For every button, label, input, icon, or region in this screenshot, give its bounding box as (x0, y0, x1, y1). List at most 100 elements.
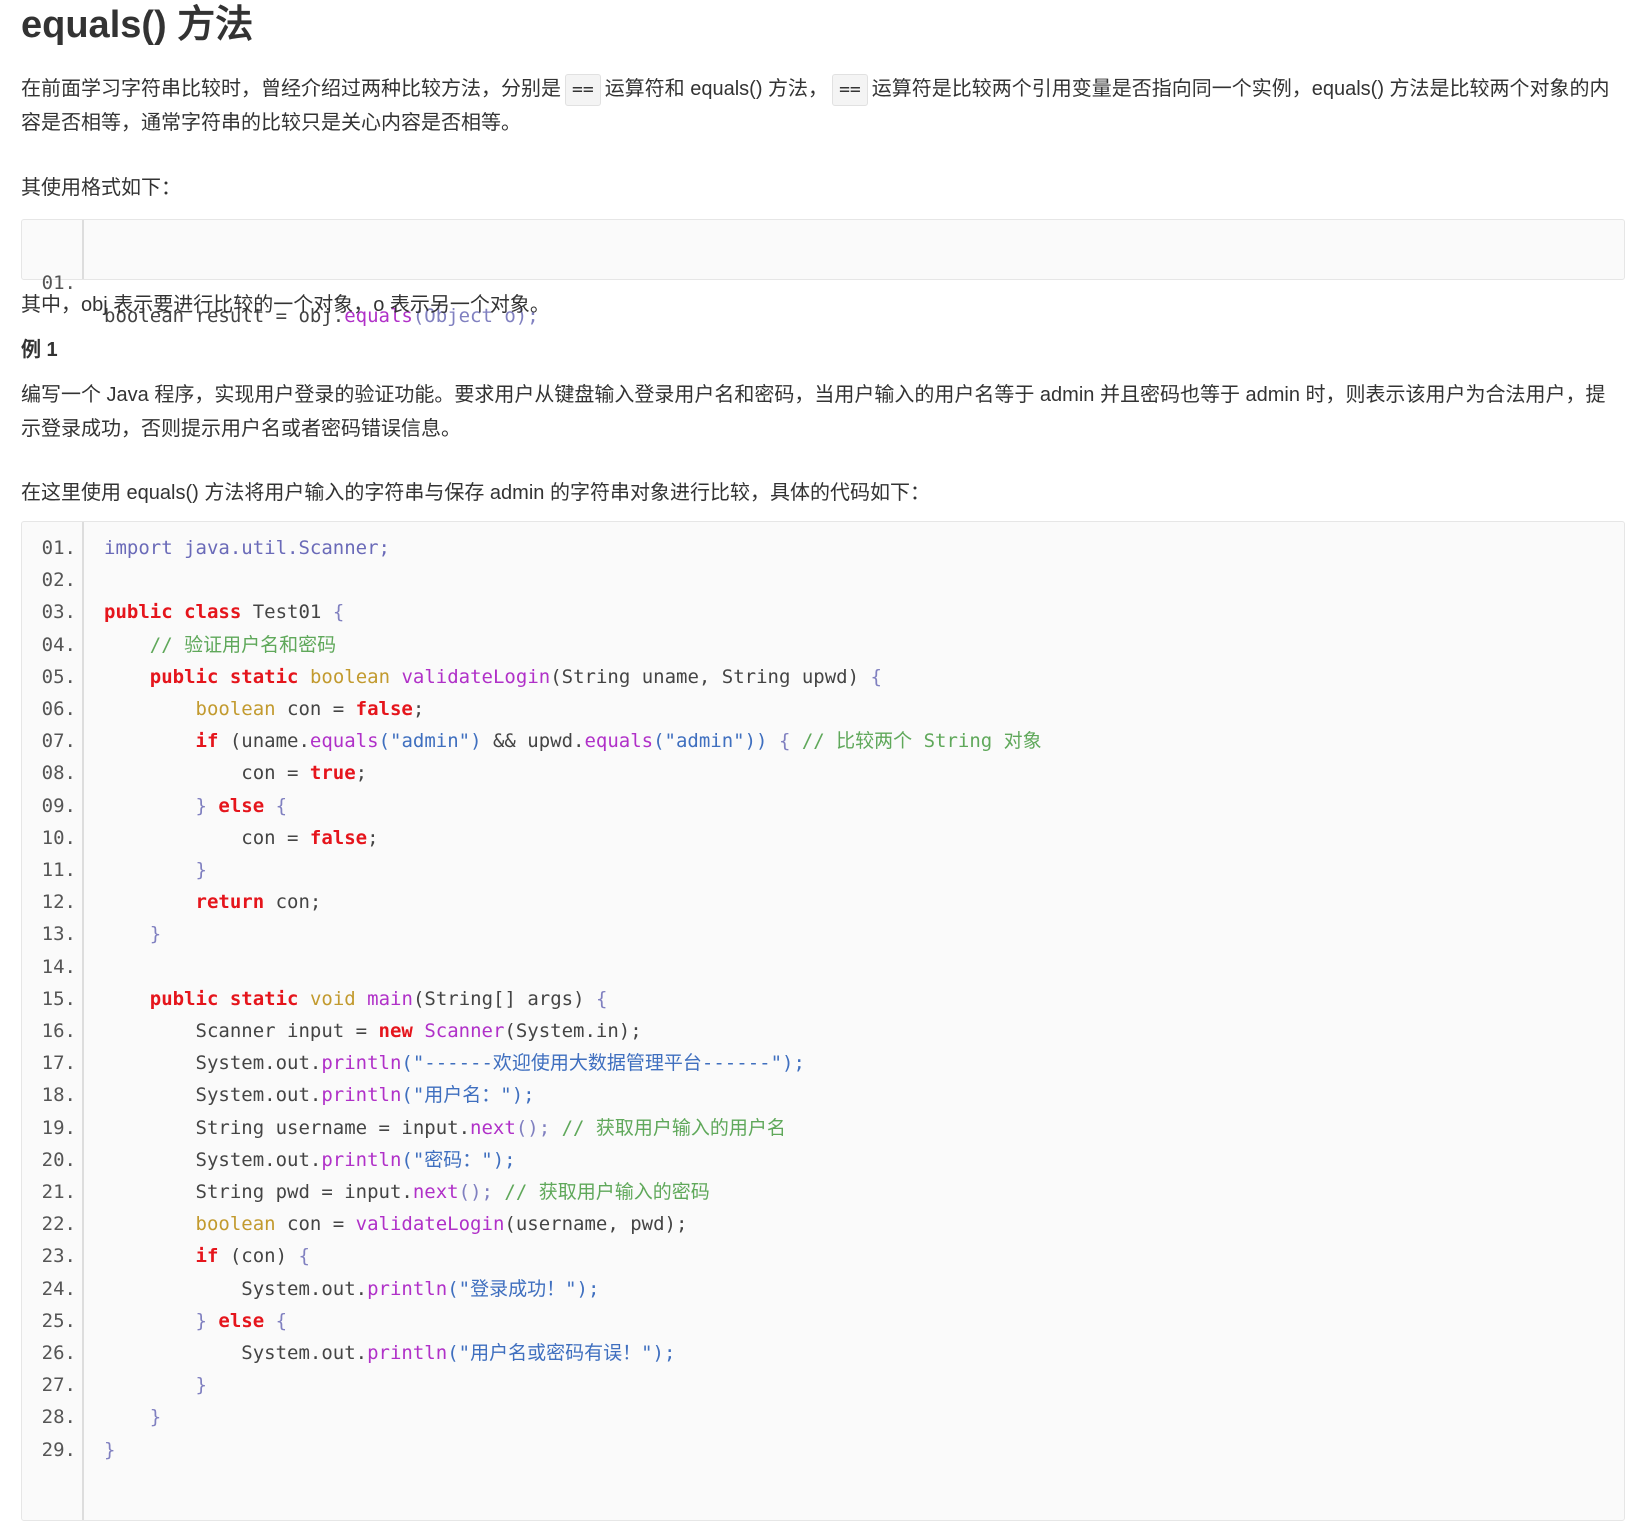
line-number: 04. (41, 633, 76, 656)
code-token: (String uname, String upwd) (550, 665, 871, 688)
code-token: System.out. (104, 1084, 322, 1107)
code-token: ("------欢迎使用大数据管理平台------"); (401, 1052, 805, 1075)
code-intro-text: 在这里使用 equals() 方法将用户输入的字符串与保存 admin 的字符串… (21, 482, 930, 504)
line-number: 12. (41, 891, 76, 914)
code-token: (con) (218, 1245, 299, 1268)
code-text: String username = input.next(); // 获取用户输… (104, 1112, 786, 1145)
code-token: false (309, 826, 368, 849)
code-text: System.out.println("------欢迎使用大数据管理平台---… (104, 1047, 805, 1080)
code-text: con = false; (104, 822, 379, 855)
code-text: Scanner input = new Scanner(System.in); (104, 1015, 642, 1048)
code-text: System.out.println("用户名："); (104, 1079, 535, 1112)
code-text: } (104, 1369, 207, 1402)
code-token: static (229, 987, 299, 1010)
code-token: String username = input. (104, 1116, 471, 1139)
code-token: if (195, 730, 219, 753)
code-token: boolean (195, 1213, 276, 1236)
line-number: 13. (41, 923, 76, 946)
line-number: 06. (41, 698, 76, 720)
code-text: } (104, 854, 207, 887)
line-number: 27. (41, 1374, 76, 1397)
code-token: ; (367, 826, 379, 849)
intro-paragraph: 在前面学习字符串比较时，曾经介绍过两种比较方法，分别是 == 运算符和 equals… (21, 72, 1621, 140)
line-number: 17. (41, 1052, 76, 1075)
code-token: new (378, 1020, 413, 1042)
code-token: public (149, 987, 219, 1010)
code-text: public class Test01 { (104, 596, 344, 629)
code-token: ("用户名："); (401, 1084, 535, 1107)
format-code-block: 01. boolean result = obj.equals(Object o… (21, 219, 1625, 327)
example-heading: 例 1 (21, 339, 58, 361)
code-token: Test01 (241, 601, 333, 624)
code-token: static (229, 665, 299, 688)
code-token: equals (584, 730, 654, 753)
code-token: { (595, 987, 608, 1010)
code-token: (String[] args) (412, 987, 596, 1010)
line-number: 15. (41, 987, 76, 1010)
explanation-text: 其中，obj 表示要进行比较的一个对象，o 表示另一个对象。 (21, 294, 550, 316)
article: equals() 方法 在前面学习字符串比较时，曾经介绍过两种比较方法，分别是 =… (0, 0, 1635, 1521)
line-number: 19. (41, 1116, 76, 1139)
code-token: validateLogin (355, 1213, 505, 1236)
code-token: println (321, 1148, 402, 1171)
code-token: } (149, 923, 162, 946)
code-token: println (321, 1052, 402, 1075)
code-token: // 验证用户名和密码 (104, 633, 337, 656)
line-number: 09. (41, 794, 76, 817)
code-token: } (195, 1309, 207, 1332)
code-token: con = (275, 1213, 356, 1236)
line-number: 22. (41, 1213, 76, 1236)
intro-text-b: 运算符和 equals() 方法， (604, 78, 829, 100)
code-token: if (195, 1245, 219, 1268)
code-text: import java.util.Scanner; (104, 532, 390, 565)
code-text: // 验证用户名和密码 (104, 629, 336, 662)
line-number: 20. (41, 1148, 76, 1171)
code-token: println (367, 1342, 448, 1364)
code-text: } else { (104, 1305, 288, 1338)
code-token: System.out. (104, 1277, 368, 1300)
code-token: { (275, 1309, 288, 1332)
code-token: con = (104, 762, 310, 785)
line-number: 18. (41, 1084, 76, 1107)
code-token: { (298, 1245, 310, 1268)
code-token: next (412, 1181, 459, 1203)
code-token: ; (355, 762, 368, 785)
code-token: System.out. (104, 1342, 368, 1364)
line-number: 14. (41, 955, 76, 978)
code-token: con = (275, 698, 356, 720)
code-text: boolean con = validateLogin(username, pw… (104, 1208, 688, 1241)
code-text: if (con) { (104, 1240, 310, 1273)
code-token: void (309, 987, 356, 1010)
example-description: 编写一个 Java 程序，实现用户登录的验证功能。要求用户从键盘输入登录用户名和… (21, 384, 1606, 440)
code-token: con = (104, 826, 310, 849)
code-text: String pwd = input.next(); // 获取用户输入的密码 (104, 1176, 710, 1209)
code-token: ("用户名或密码有误！"); (447, 1342, 676, 1364)
code-text: if (uname.equals("admin") && upwd.equals… (104, 725, 1042, 758)
code-line: 01. boolean result = obj.equals(Object o… (22, 234, 539, 327)
code-text: System.out.println("登录成功！"); (104, 1273, 599, 1306)
code-token: } (195, 859, 207, 881)
line-number: 26. (41, 1342, 76, 1364)
line-number: 25. (41, 1309, 76, 1332)
code-token: else (218, 1309, 265, 1332)
code-token: else (218, 794, 265, 817)
code-token: validateLogin (401, 665, 551, 688)
code-token: Scanner (424, 1020, 505, 1042)
